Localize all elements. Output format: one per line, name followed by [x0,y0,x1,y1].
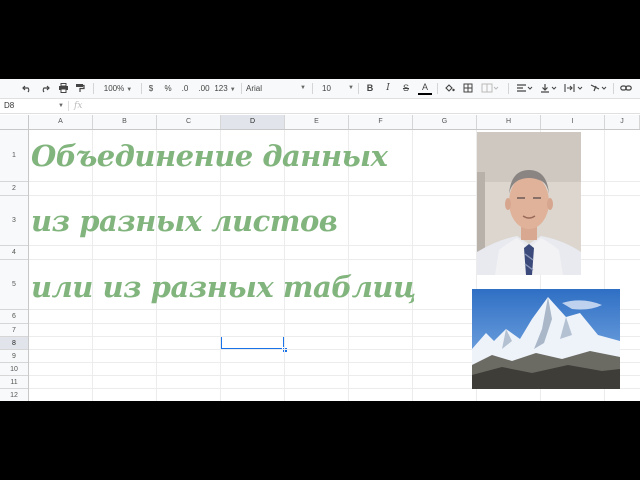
chevron-down-icon: ▼ [300,85,306,91]
currency-format-button[interactable]: $ [146,81,156,96]
merge-cells-icon [481,83,499,93]
row-headers: 1 2 3 4 5 6 7 8 9 10 11 12 [0,130,29,401]
title-line-3: или из разных таблиц [31,270,416,304]
font-select[interactable]: Arial ▼ [246,81,308,96]
row-header-9[interactable]: 9 [0,350,28,363]
paint-format-button[interactable] [73,81,87,96]
borders-icon [463,83,473,93]
insert-link-button[interactable] [618,81,634,96]
font-value: Arial [246,84,263,93]
row-header-1[interactable]: 1 [0,130,28,182]
redo-button[interactable] [38,81,52,96]
column-header-d[interactable]: D [221,115,285,129]
column-header-i[interactable]: I [541,115,605,129]
selected-cell[interactable] [221,336,284,349]
select-all-corner[interactable] [0,115,29,129]
merge-cells-button[interactable] [479,81,501,96]
bold-button[interactable]: B [364,81,376,96]
row-header-7[interactable]: 7 [0,324,28,337]
vertical-align-bottom-icon [541,84,557,93]
print-button[interactable] [56,81,70,96]
fx-icon: fx [74,101,83,111]
column-header-e[interactable]: E [285,115,349,129]
redo-icon [42,85,50,93]
percent-format-button[interactable]: % [163,81,173,96]
text-rotation-button[interactable] [588,81,610,96]
chevron-down-icon: ▼ [126,87,133,93]
name-box-value: D8 [4,101,15,110]
align-left-icon [517,84,533,92]
decrease-decimal-button[interactable]: .0 [179,81,191,96]
paint-format-icon [76,84,85,92]
horizontal-align-button[interactable] [514,81,536,96]
row-header-2[interactable]: 2 [0,182,28,196]
increase-decimal-button[interactable]: .00 [196,81,212,96]
formula-input[interactable] [92,99,640,113]
row-header-8[interactable]: 8 [0,337,28,350]
column-header-f[interactable]: F [349,115,413,129]
fill-color-button[interactable] [442,81,456,96]
font-size-select[interactable]: 10 ▼ [318,81,356,96]
more-formats-button[interactable]: 123 ▼ [214,81,236,96]
zoom-value: 100% [103,84,125,93]
mountain-image[interactable] [472,289,620,389]
row-header-4[interactable]: 4 [0,246,28,260]
zoom-select[interactable]: 100% ▼ [99,81,137,96]
vertical-align-button[interactable] [538,81,560,96]
strikethrough-button[interactable]: S [400,81,412,96]
column-header-h[interactable]: H [477,115,541,129]
column-headers: ABCDEFGHIJ [0,115,640,130]
row-header-5[interactable]: 5 [0,260,28,310]
column-header-c[interactable]: C [157,115,221,129]
column-header-b[interactable]: B [93,115,157,129]
name-box[interactable]: D8 ▼ [4,100,66,112]
grid-column-line [412,130,413,401]
row-header-11[interactable]: 11 [0,376,28,389]
undo-button[interactable] [20,81,34,96]
print-icon [58,83,68,93]
column-header-a[interactable]: A [29,115,93,129]
text-wrap-button[interactable] [562,81,586,96]
title-line-2: из разных листов [31,204,338,238]
row-header-3[interactable]: 3 [0,196,28,246]
column-header-g[interactable]: G [413,115,477,129]
italic-button[interactable]: I [382,81,394,96]
title-line-1: Объединение данных [31,139,388,173]
formula-bar: D8 ▼ fx [0,99,640,114]
more-formats-label: 123 [214,84,228,93]
chevron-down-icon: ▼ [348,85,354,91]
undo-icon [22,85,30,93]
text-color-button[interactable]: A [418,81,432,95]
link-icon [620,85,632,91]
chevron-down-icon: ▼ [58,103,64,109]
presenter-photo[interactable] [477,132,581,275]
chevron-down-icon: ▼ [229,87,236,93]
column-header-j[interactable]: J [605,115,640,129]
row-header-6[interactable]: 6 [0,310,28,324]
text-rotation-icon [590,84,607,92]
row-header-12[interactable]: 12 [0,389,28,401]
borders-button[interactable] [461,81,475,96]
font-size-value: 10 [322,84,331,93]
toolbar: 100% ▼ $ % .0 .00 123 ▼ Arial ▼ 10 ▼ B I S A [0,79,640,99]
row-header-10[interactable]: 10 [0,363,28,376]
text-wrap-icon [564,84,583,92]
fill-handle[interactable] [282,347,288,353]
fill-color-icon [444,84,455,92]
